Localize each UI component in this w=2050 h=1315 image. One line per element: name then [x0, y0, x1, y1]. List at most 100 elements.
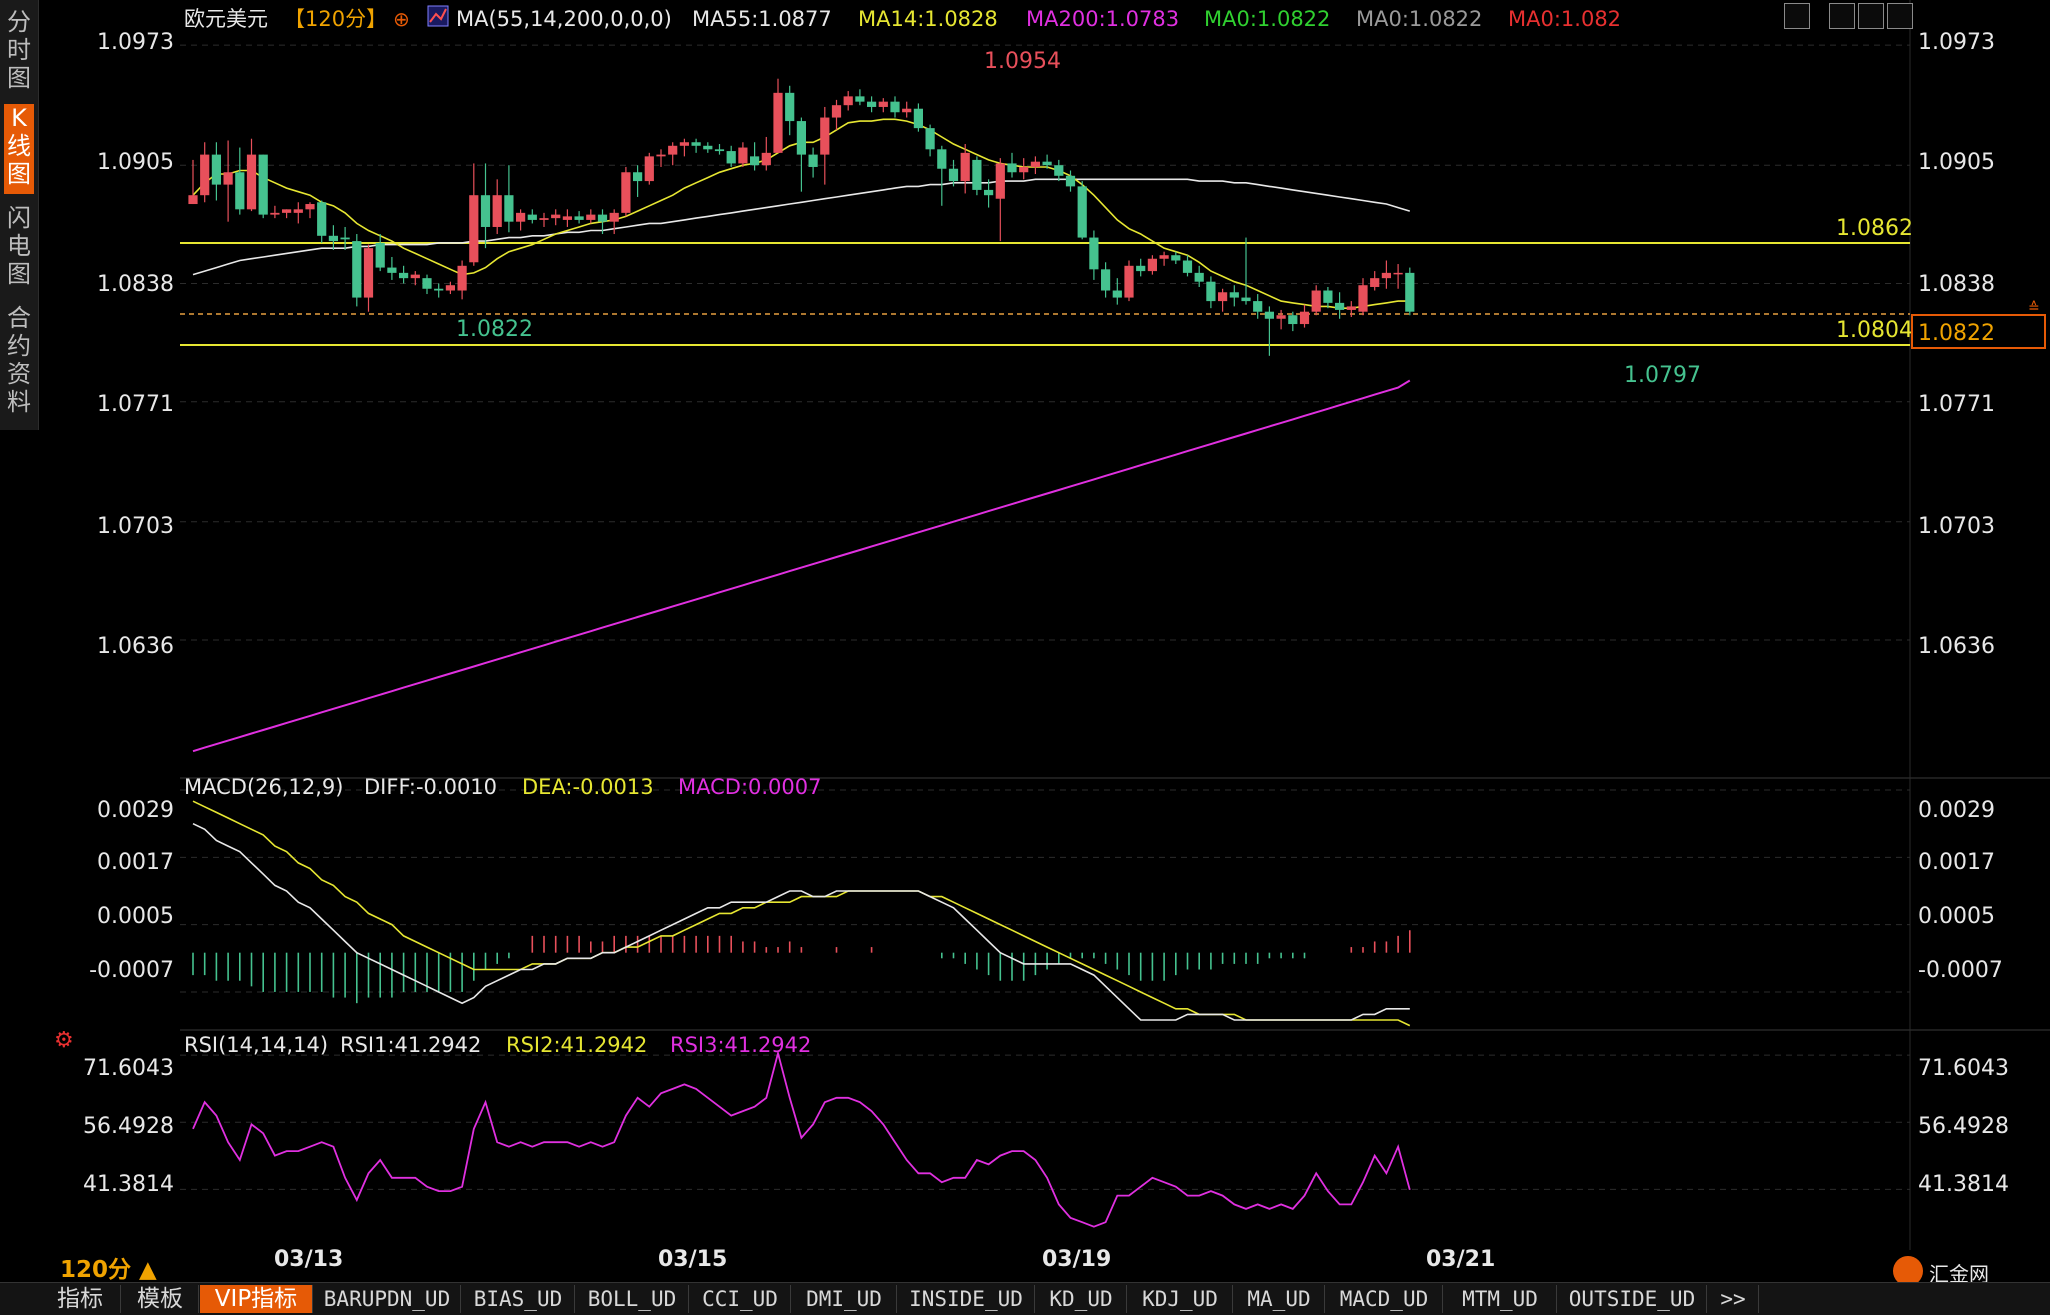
candle-body — [574, 216, 584, 220]
chart-canvas[interactable]: 欧元美元 【120分】 ⊕ MA(55,14,200,0,0,0) MA55:1… — [0, 0, 2050, 1282]
price-tick: 1.0771 — [97, 392, 174, 417]
crosshair-icon[interactable]: ⊕ — [393, 7, 410, 31]
support-resistance-lines — [180, 242, 1910, 346]
tab-cci-ud[interactable]: CCI_UD — [690, 1285, 791, 1313]
candle-body — [738, 147, 748, 164]
candle-body — [340, 237, 350, 240]
tab-boll-ud[interactable]: BOLL_UD — [576, 1285, 689, 1313]
candle-body — [1147, 258, 1157, 272]
ma14-value: MA14:1.0828 — [858, 7, 998, 31]
macd-dea-value: DEA:-0.0013 — [522, 775, 654, 799]
tab-dmi-ud[interactable]: DMI_UD — [792, 1285, 897, 1313]
macd-tick: 0.0029 — [1918, 798, 1995, 823]
tab-indicators[interactable]: 指标 — [40, 1285, 121, 1313]
candle-body — [375, 242, 385, 268]
rsi3-value: RSI3:41.2942 — [670, 1033, 811, 1057]
candle-body — [504, 195, 514, 222]
indicator-tab-bar: 指标 模板 VIP指标 BARUPDN_UD BIAS_UD BOLL_UD C… — [0, 1282, 2050, 1315]
candle-body — [1241, 297, 1251, 302]
candle-body — [223, 172, 233, 185]
tab-barupdn-ud[interactable]: BARUPDN_UD — [314, 1285, 461, 1313]
candle-body — [867, 101, 877, 107]
candle-body — [597, 214, 608, 222]
candle-body — [656, 154, 666, 157]
candle-body — [1136, 265, 1146, 272]
rsi-axis-right: 71.6043 56.4928 41.3814 — [1918, 1056, 2009, 1197]
candle-body — [1299, 311, 1310, 325]
tab-outside-ud[interactable]: OUTSIDE_UD — [1558, 1285, 1707, 1313]
date-tick: 03/19 — [1042, 1247, 1111, 1272]
candle-body — [1323, 290, 1333, 303]
price-tick: 1.0905 — [1918, 150, 1995, 175]
macd-axis-right: 0.0029 0.0017 0.0005 -0.0007 — [1918, 798, 2003, 983]
candle-body — [1077, 186, 1087, 238]
rsi-settings-icon[interactable]: ⚙ — [54, 1028, 74, 1053]
tab-mtm-ud[interactable]: MTM_UD — [1444, 1285, 1557, 1313]
candle-body — [726, 151, 736, 164]
tab-kd-ud[interactable]: KD_UD — [1036, 1285, 1127, 1313]
tab-vip-indicators[interactable]: VIP指标 — [200, 1285, 313, 1313]
candle-body — [984, 189, 994, 196]
layout-button[interactable] — [1829, 3, 1855, 29]
macd-tick: 0.0017 — [97, 850, 174, 875]
candle-body — [1089, 237, 1099, 270]
macd-tick: -0.0007 — [89, 958, 174, 983]
price-alert-icon[interactable]: ≙ — [2028, 300, 2040, 316]
candle-body — [1019, 166, 1029, 173]
price-tick: 1.0703 — [1918, 514, 1995, 539]
ma55-value: MA55:1.0877 — [692, 7, 832, 31]
crosshair-toggle-button[interactable] — [1784, 3, 1810, 29]
candle-body — [1288, 315, 1298, 325]
candle-body — [282, 209, 292, 213]
ma0-value-b: MA0:1.0822 — [1356, 7, 1482, 31]
tab-more[interactable]: >> — [1708, 1285, 1759, 1313]
macd-params: MACD(26,12,9) — [184, 775, 344, 799]
tab-templates[interactable]: 模板 — [122, 1285, 199, 1313]
candle-body — [1218, 292, 1228, 302]
rsi-panel — [192, 1049, 1411, 1228]
tab-kdj-ud[interactable]: KDJ_UD — [1128, 1285, 1233, 1313]
instrument-name: 欧元美元 — [184, 7, 268, 31]
rsi2-value: RSI2:41.2942 — [506, 1033, 647, 1057]
fullscreen-button[interactable] — [1887, 3, 1913, 29]
tab-bias-ud[interactable]: BIAS_UD — [462, 1285, 575, 1313]
price-tick: 1.0973 — [1918, 30, 1995, 55]
period-selector[interactable]: 120分 ▲ — [60, 1250, 157, 1284]
tab-macd-ud[interactable]: MACD_UD — [1326, 1285, 1443, 1313]
candle-body — [1159, 255, 1169, 259]
price-tick: 1.0636 — [97, 634, 174, 659]
candle-body — [1101, 269, 1111, 291]
macd-tick: -0.0007 — [1918, 958, 2003, 983]
macd-tick: 0.0005 — [1918, 904, 1995, 929]
candle-body — [808, 154, 818, 167]
candle-body — [457, 265, 467, 291]
candle-body — [890, 101, 900, 113]
candle-body — [328, 235, 338, 242]
price-axis-left: 1.0973 1.0905 1.0838 1.0771 1.0703 1.063… — [97, 30, 174, 659]
candle-body — [1346, 306, 1356, 310]
candle-body — [773, 92, 783, 153]
macd-axis-left: 0.0029 0.0017 0.0005 -0.0007 — [89, 798, 174, 983]
candle-body — [1370, 278, 1380, 287]
candle-body — [1112, 290, 1122, 298]
candle-body — [246, 154, 257, 210]
moving-averages — [192, 118, 1411, 753]
candle-body — [621, 172, 631, 213]
candle-body — [960, 152, 970, 182]
price-tick: 1.0838 — [1918, 272, 1995, 297]
candle-body — [644, 156, 654, 182]
candle-body — [855, 96, 865, 102]
candle-body — [434, 288, 444, 291]
grid — [180, 44, 1910, 1190]
candle-body — [1229, 292, 1239, 298]
candle-body — [761, 152, 771, 166]
rsi-params: RSI(14,14,14) — [184, 1033, 328, 1057]
draw-tools-button[interactable] — [1858, 3, 1884, 29]
candle-body — [516, 212, 526, 222]
candle-body — [972, 159, 982, 190]
date-tick: 03/15 — [658, 1247, 727, 1272]
tab-ma-ud[interactable]: MA_UD — [1234, 1285, 1325, 1313]
tab-inside-ud[interactable]: INSIDE_UD — [898, 1285, 1035, 1313]
ma200-value: MA200:1.0783 — [1026, 7, 1179, 31]
date-tick: 03/13 — [274, 1247, 343, 1272]
